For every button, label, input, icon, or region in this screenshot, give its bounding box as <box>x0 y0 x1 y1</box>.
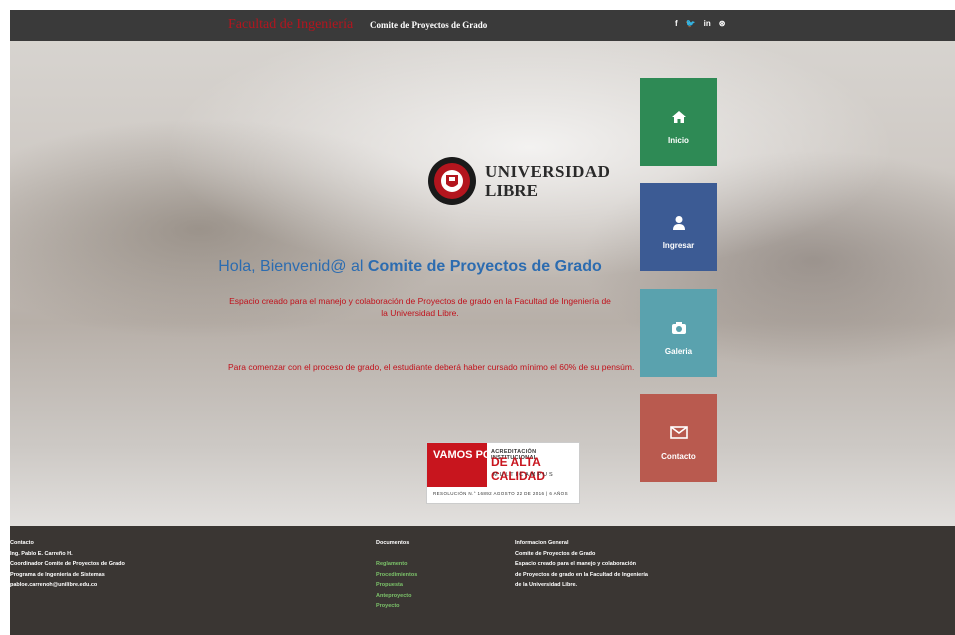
university-seal-icon <box>428 157 476 205</box>
tile-inicio[interactable]: Inicio <box>640 78 717 166</box>
mail-icon <box>640 426 717 439</box>
facebook-icon[interactable]: f <box>675 19 678 29</box>
top-navbar: Facultad de Ingeniería Comite de Proyect… <box>10 10 955 41</box>
linkedin-icon[interactable]: in <box>704 19 711 29</box>
tile-ingresar[interactable]: Ingresar <box>640 183 717 271</box>
footer-link-procedimientos[interactable]: Procedimientos <box>376 570 417 581</box>
requirement-note: Para comenzar con el proceso de grado, e… <box>228 362 635 372</box>
welcome-prefix: Hola, Bienvenid@ al <box>218 258 364 275</box>
tile-contacto-label: Contacto <box>661 452 696 461</box>
university-wordmark-line1: UNIVERSIDAD <box>485 162 611 181</box>
footer-link-proyecto[interactable]: Proyecto <box>376 601 417 612</box>
footer-link-anteproyecto[interactable]: Anteproyecto <box>376 591 417 602</box>
footer-info-line2: Espacio creado para el manejo y colabora… <box>515 561 637 567</box>
home-icon <box>640 110 717 124</box>
brand-subtitle[interactable]: Comite de Proyectos de Grado <box>370 20 487 30</box>
footer-info: Informacion General Comite de Proyectos … <box>515 538 648 591</box>
university-wordmark-line2: LIBRE <box>485 181 538 200</box>
tile-contacto[interactable]: Contacto <box>640 394 717 482</box>
footer-contacto-role: Coordinador Comite de Proyectos de Grado <box>10 561 125 567</box>
social-links: f 🐦 in ⊛ <box>675 19 725 29</box>
footer-info-line3: de Proyectos de grado en la Facultad de … <box>515 571 648 578</box>
tile-ingresar-label: Ingresar <box>662 241 695 250</box>
tile-galeria-label: Galeria <box>664 347 693 356</box>
user-icon <box>640 215 717 231</box>
footer-info-heading: Informacion General <box>515 540 569 546</box>
footer-documentos-heading: Documentos <box>376 540 410 546</box>
footer-info-line4: de la Universidad Libre. <box>515 582 578 588</box>
footer: Contacto Ing. Pablo E. Carreño H. Coordi… <box>10 526 955 635</box>
footer-link-reglamento[interactable]: Reglamento <box>376 559 417 570</box>
instagram-icon[interactable]: ⊛ <box>719 19 726 29</box>
brand-title[interactable]: Facultad de Ingeniería <box>228 17 353 33</box>
footer-info-line1: Comite de Proyectos de Grado <box>515 550 596 557</box>
university-logo: UNIVERSIDAD LIBRE <box>427 150 610 212</box>
badge-resolution-text: RESOLUCIÓN N.° 16892 AGOSTO 22 DE 2016 |… <box>433 491 568 496</box>
footer-contacto-name: Ing. Pablo E. Carreño H. <box>10 550 73 557</box>
footer-documentos: Documentos Reglamento Procedimientos Pro… <box>376 538 417 612</box>
footer-contacto: Contacto Ing. Pablo E. Carreño H. Coordi… <box>10 538 125 591</box>
accreditation-badge: VAMOS POR MÁS ACREDITACIÓN INSTITUCIONAL… <box>426 442 580 504</box>
tile-galeria[interactable]: Galeria <box>640 289 717 377</box>
footer-contacto-program: Programa de Ingeniería de Sistemas <box>10 571 105 578</box>
university-wordmark: UNIVERSIDAD LIBRE <box>485 163 610 199</box>
twitter-icon[interactable]: 🐦 <box>686 19 696 29</box>
badge-multicampus-text: MULTICAMPUS <box>493 472 555 478</box>
badge-calidad-text: DE ALTA CALIDAD <box>491 455 545 483</box>
page-background: Facultad de Ingeniería Comite de Proyect… <box>10 10 955 635</box>
tile-inicio-label: Inicio <box>668 136 689 145</box>
footer-contacto-email[interactable]: pabloe.carrenoh@unilibre.edu.co <box>10 580 125 591</box>
intro-description: Espacio creado para el manejo y colabora… <box>229 296 611 318</box>
welcome-highlight: Comite de Proyectos de Grado <box>367 258 602 275</box>
footer-link-propuesta[interactable]: Propuesta <box>376 580 417 591</box>
camera-icon <box>640 321 717 335</box>
footer-contacto-heading: Contacto <box>10 540 34 546</box>
